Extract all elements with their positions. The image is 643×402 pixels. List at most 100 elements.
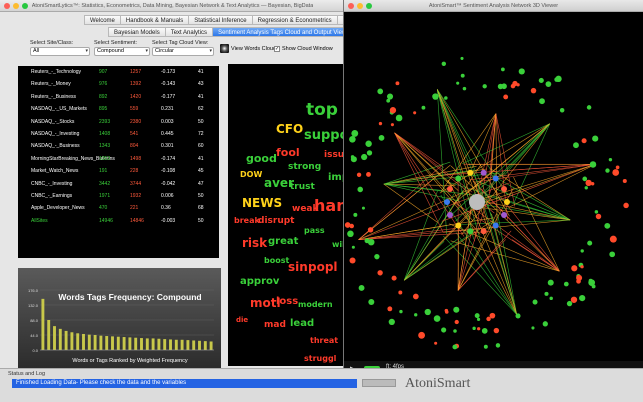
network-node xyxy=(539,98,545,105)
table-cell: Apple_Developer_News xyxy=(31,205,85,212)
network-node xyxy=(579,294,586,302)
network-node xyxy=(351,245,355,249)
table-row[interactable]: AllSites 14946 14846 -0.003 50 xyxy=(18,215,219,227)
table-row[interactable]: NASDAQ_-_Business 1343 804 0.301 60 xyxy=(18,140,219,152)
table-cell: 228 xyxy=(130,168,139,175)
table-cell: 1053 xyxy=(99,155,111,162)
zoom-icon[interactable] xyxy=(366,3,372,9)
table-row[interactable]: Market_Watch_News 191 228 -0.108 45 xyxy=(18,165,219,177)
network-node xyxy=(367,227,374,233)
table-cell: 47 xyxy=(198,180,204,187)
bar xyxy=(93,335,97,350)
view-select-group: Select Tag Cloud View: Circular ▾ xyxy=(152,40,214,56)
bar xyxy=(203,341,207,350)
network-node xyxy=(347,230,354,238)
network-node xyxy=(453,306,460,313)
network-node xyxy=(492,175,499,182)
view-words-clouds-button[interactable]: View Words Clouds xyxy=(220,44,279,53)
table-cell: Reuters_-_Business xyxy=(31,93,77,100)
bar xyxy=(169,339,172,350)
main-titlebar[interactable]: AtoniSmartLytics™: Statistics, Econometr… xyxy=(0,0,345,12)
network-node xyxy=(414,313,418,317)
table-row[interactable]: NASDAQ_-_US_Markets 895 559 0.231 62 xyxy=(18,103,219,115)
tab-top[interactable]: Regression & Econometrics xyxy=(251,14,337,25)
show-cloud-checkbox[interactable]: ✓ Show Cloud Window xyxy=(274,46,333,52)
network-node xyxy=(481,328,488,334)
network-node xyxy=(585,179,592,187)
network-node xyxy=(361,153,368,161)
bar xyxy=(70,332,74,350)
table-cell: -0.003 xyxy=(161,217,176,224)
tab-sub[interactable]: Text Analytics xyxy=(164,26,213,37)
table-cell: -0.174 xyxy=(161,155,176,162)
network-node xyxy=(512,80,518,87)
bar xyxy=(198,340,201,350)
bar xyxy=(157,338,161,350)
minimize-icon[interactable] xyxy=(357,3,363,9)
cloud-word: threat xyxy=(310,336,339,345)
view-select[interactable]: Circular ▾ xyxy=(152,47,214,56)
tab-top[interactable]: Statistical Inference xyxy=(188,14,252,25)
y-tick-label: 44.0 xyxy=(30,333,39,338)
bar xyxy=(128,337,132,350)
network-node xyxy=(493,327,500,334)
table-cell: 559 xyxy=(130,106,139,113)
table-cell: 41 xyxy=(198,155,204,162)
close-icon[interactable] xyxy=(348,3,354,9)
table-row[interactable]: Reuters_-_Money 976 1392 -0.143 43 xyxy=(18,78,219,90)
tab-sub[interactable]: Bayesian Models xyxy=(108,26,165,37)
table-cell: AllSites xyxy=(31,217,48,224)
table-cell: CNBC_-_Investing xyxy=(31,180,73,187)
minimize-icon[interactable] xyxy=(13,3,19,9)
cloud-icon xyxy=(220,44,229,53)
table-cell: 1498 xyxy=(130,155,142,162)
network-node xyxy=(612,169,620,176)
bar xyxy=(99,335,103,350)
network-edge xyxy=(462,123,550,164)
bar xyxy=(151,338,155,350)
network-node xyxy=(544,291,549,296)
table-row[interactable]: CNBC_-_Earnings 1971 1932 0.006 50 xyxy=(18,190,219,202)
table-row[interactable]: Reuters_-_Technology 907 1257 -0.173 41 xyxy=(18,66,219,78)
network-node xyxy=(378,121,383,126)
tab-sub[interactable]: Sentiment Analysis Tags Cloud and Output… xyxy=(212,26,357,37)
network-edge xyxy=(490,184,560,272)
site-select[interactable]: All ▾ xyxy=(30,47,90,56)
status-button[interactable] xyxy=(362,379,396,387)
network-node xyxy=(486,316,491,322)
table-row[interactable]: MorningStarBreaking_News_Bulletins 1053 14… xyxy=(18,153,219,165)
table-row[interactable]: CNBC_-_Investing 3442 3744 -0.042 47 xyxy=(18,178,219,190)
network-node xyxy=(387,306,393,312)
network-edge xyxy=(513,176,560,272)
table-cell: 1932 xyxy=(130,193,142,199)
table-row[interactable]: Reuters_-_Business 892 1420 -0.177 41 xyxy=(18,91,219,103)
tab-top[interactable]: Welcome xyxy=(84,14,120,25)
network-node xyxy=(390,123,394,127)
zoom-icon[interactable] xyxy=(22,3,28,9)
table-row[interactable]: NASDAQ_-_Investing 1408 541 0.445 72 xyxy=(18,128,219,140)
cloud-word: pass xyxy=(304,226,325,235)
close-icon[interactable] xyxy=(4,3,10,9)
cloud-word: mad xyxy=(264,320,286,330)
view-select-label: Select Tag Cloud View: xyxy=(152,40,209,46)
viewer-titlebar[interactable]: AtoniSmart™ Sentiment Analysis Network 3… xyxy=(344,0,643,12)
network-node xyxy=(483,344,488,349)
sentiment-table[interactable]: Reuters_-_Technology 907 1257 -0.173 41 Reute… xyxy=(18,66,219,258)
tab-top[interactable]: Handbook & Manuals xyxy=(119,14,189,25)
network-node xyxy=(395,114,403,122)
table-cell: 1343 xyxy=(99,143,111,150)
network-graph[interactable] xyxy=(344,12,643,361)
table-cell: 1392 xyxy=(130,81,142,88)
network-edge xyxy=(469,163,596,204)
sentiment-select[interactable]: Compound ▾ xyxy=(94,47,150,56)
table-row[interactable]: Apple_Developer_News 470 221 0.36 68 xyxy=(18,202,219,214)
network-node xyxy=(592,135,599,142)
network-node xyxy=(418,331,425,339)
status-bar: Status and Log Finished Loading Data- Pl… xyxy=(0,368,643,402)
chart-svg: Words Tags Frequency: Compound 176.0 132.0… xyxy=(28,288,214,364)
table-row[interactable]: NASDAQ_-_Stocks 2393 2380 0.003 50 xyxy=(18,116,219,128)
y-tick-label: 176.0 xyxy=(28,288,39,293)
cloud-word: support xyxy=(304,128,345,143)
network-node xyxy=(358,285,365,291)
network-node xyxy=(609,251,616,258)
